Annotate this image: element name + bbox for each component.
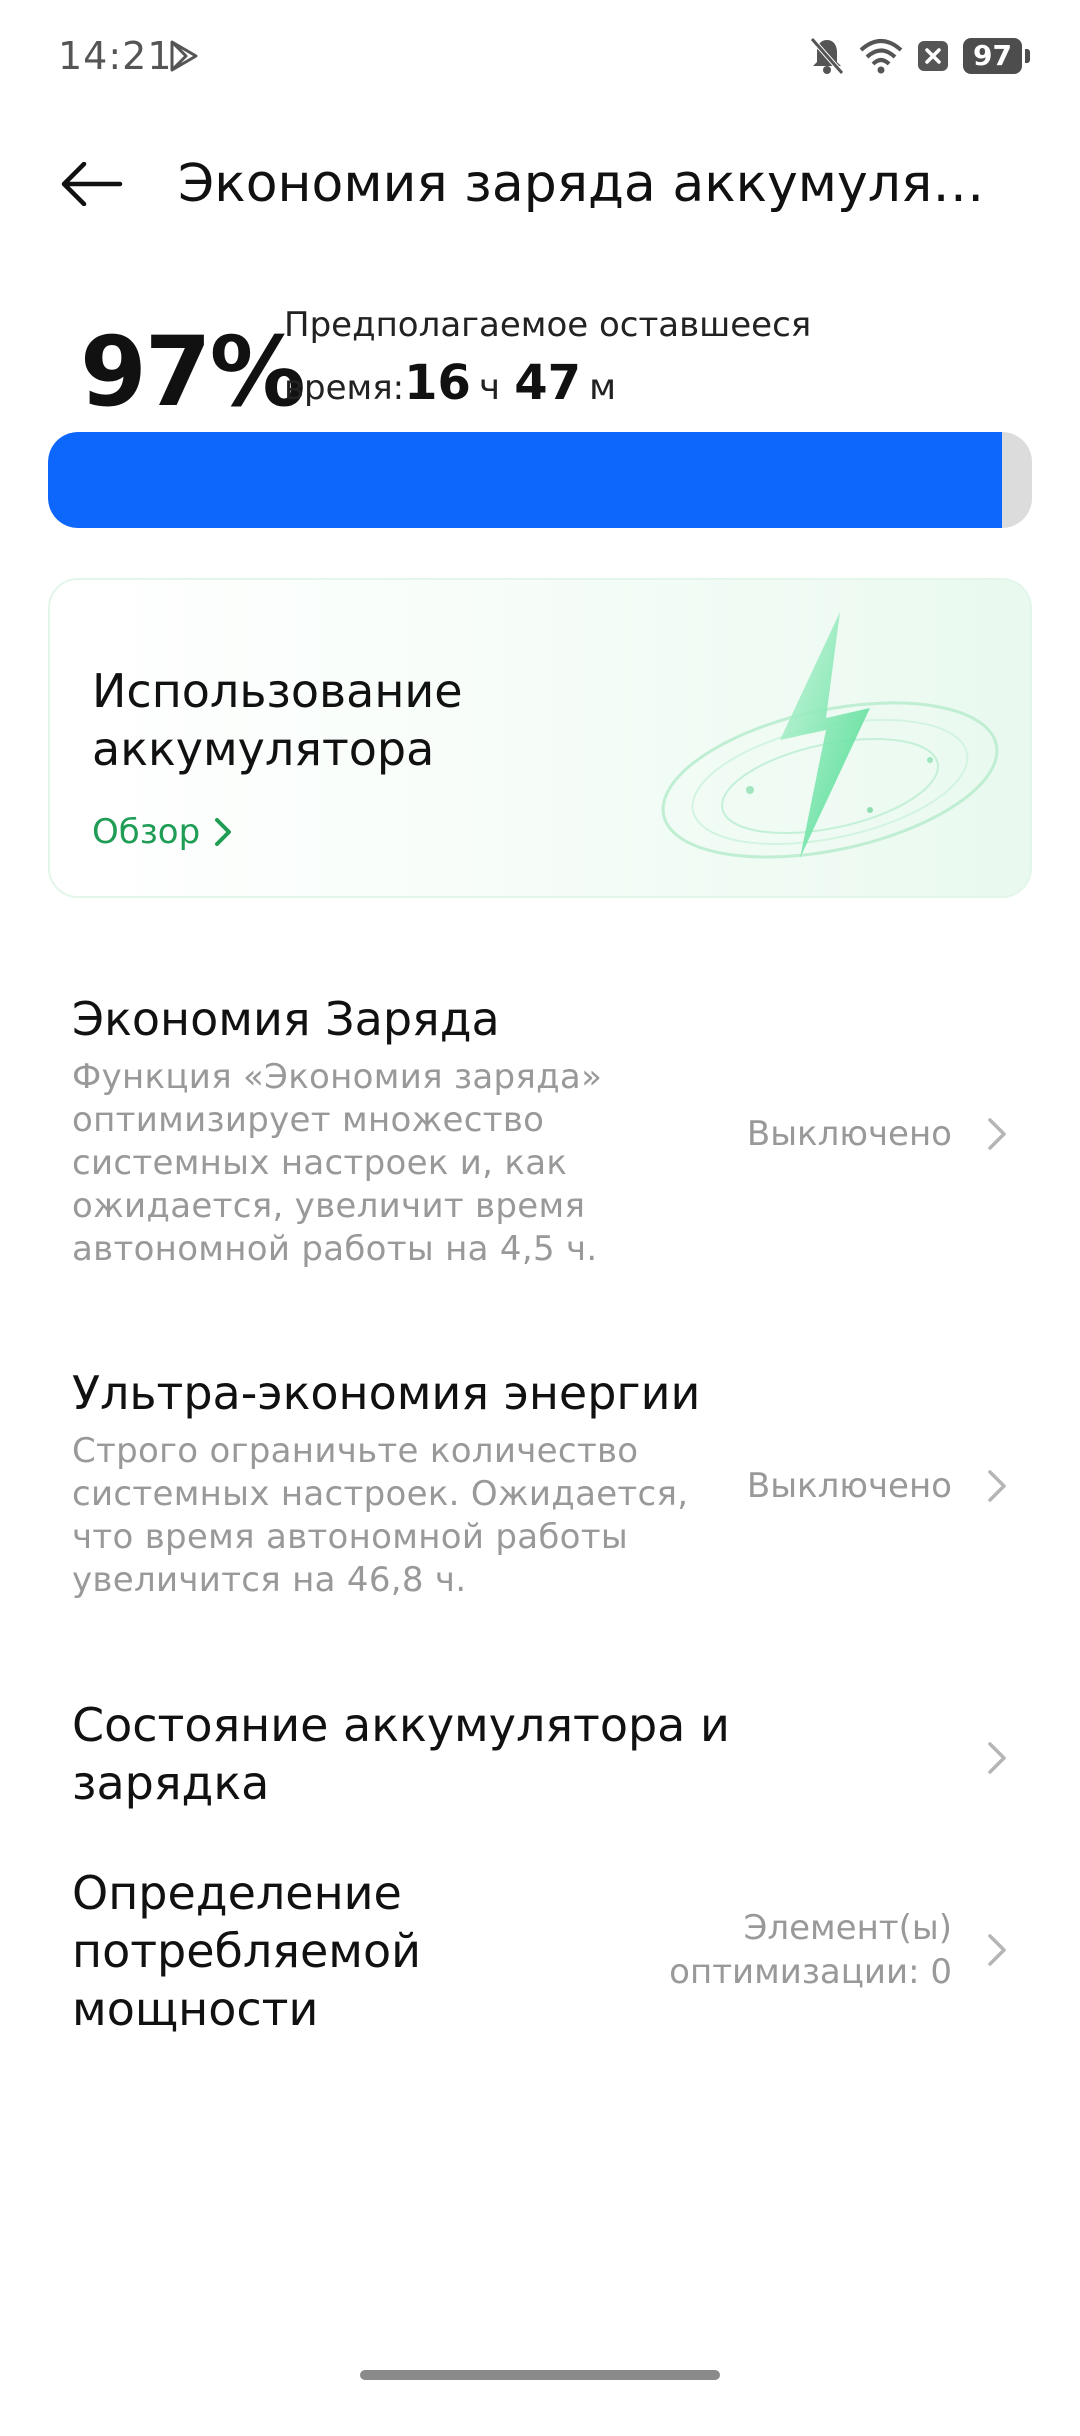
- overview-link-label: Обзор: [92, 812, 201, 852]
- setting-title: Состояние аккумулятора и зарядка: [72, 1698, 730, 1810]
- chevron-right-icon: [988, 1118, 1006, 1150]
- remaining-time: Предполагаемое оставшееся время:16 ч 47 м: [284, 296, 811, 417]
- setting-value: Выключено: [746, 1114, 952, 1154]
- home-indicator[interactable]: [360, 2370, 720, 2380]
- setting-description: Строго ограничьте количество системных н…: [72, 1431, 689, 1600]
- estimate-prefix: время:: [284, 368, 405, 408]
- x-box-icon: [918, 41, 949, 71]
- wifi-icon: [859, 39, 903, 74]
- screen: 14:21 97 Экономия заряда аккумулят… 97% …: [0, 0, 1080, 2436]
- app-header: Экономия заряда аккумулят…: [0, 140, 1080, 230]
- status-bar: 14:21 97: [58, 28, 1030, 84]
- setting-title: Ультра-экономия энергии: [72, 1366, 701, 1420]
- battery-summary: 97% Предполагаемое оставшееся время:16 ч 4…: [80, 292, 1020, 428]
- usage-card-title: Использование аккумулятора: [92, 664, 463, 776]
- lightning-illustration-icon: [661, 612, 999, 859]
- power-consumption-setting[interactable]: Определение потребляемой мощности Элемен…: [72, 1864, 1012, 2044]
- setting-description: Функция «Экономия заряда» оптимизирует м…: [72, 1057, 603, 1269]
- overview-link[interactable]: Обзор: [92, 812, 232, 852]
- setting-title: Экономия Заряда: [72, 992, 500, 1046]
- chevron-right-icon: [988, 1470, 1006, 1502]
- setting-title: Определение потребляемой мощности: [72, 1866, 421, 2036]
- chevron-right-icon: [215, 818, 232, 846]
- setting-value: Элемент(ы) оптимизации: 0: [669, 1908, 952, 1992]
- chevron-right-icon: [988, 1934, 1006, 1966]
- status-icons: 97: [809, 34, 1030, 78]
- page-title: Экономия заряда аккумулят…: [178, 154, 1008, 214]
- battery-saver-setting[interactable]: Экономия Заряда Функция «Экономия заряда…: [72, 990, 1012, 1280]
- setting-value: Выключено: [746, 1466, 952, 1506]
- hours-unit: ч: [478, 367, 501, 408]
- battery-health-setting[interactable]: Состояние аккумулятора и зарядка: [72, 1696, 1012, 1826]
- minutes-value: 47: [514, 355, 581, 411]
- chevron-right-icon: [988, 1742, 1006, 1774]
- arrow-left-icon: [61, 162, 123, 206]
- battery-percent: 97%: [80, 316, 306, 428]
- play-store-icon: [170, 40, 198, 72]
- back-button[interactable]: [60, 154, 130, 214]
- estimate-value: время:16 ч 47 м: [284, 354, 811, 417]
- hours-value: 16: [404, 355, 471, 411]
- battery-usage-card[interactable]: Использование аккумулятора Обзор: [48, 578, 1032, 898]
- bell-off-icon: [810, 37, 844, 75]
- battery-icon: 97: [963, 38, 1030, 74]
- battery-level-fill: [48, 432, 1003, 528]
- status-time: 14:21: [58, 34, 173, 78]
- ultra-saver-setting[interactable]: Ультра-экономия энергии Строго ограничьт…: [72, 1364, 1012, 1614]
- minutes-unit: м: [588, 367, 617, 408]
- battery-level-bar: [48, 432, 1032, 528]
- estimate-label: Предполагаемое оставшееся: [284, 305, 812, 345]
